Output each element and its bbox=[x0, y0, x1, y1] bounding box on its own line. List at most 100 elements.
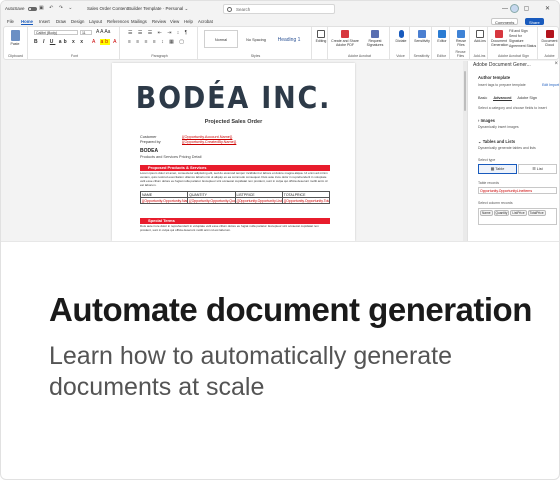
menu-mailings[interactable]: Mailings bbox=[131, 19, 147, 24]
add-ins-button[interactable]: Add-ins bbox=[473, 30, 487, 43]
align-icons[interactable]: ≡ ≡ ≡ ≡ ↕ ▦ ▢ bbox=[128, 39, 186, 45]
share-button[interactable]: Share bbox=[525, 18, 544, 25]
signature-icon bbox=[371, 30, 379, 38]
send-for-signature-button[interactable]: Send for Signature bbox=[509, 34, 537, 44]
column-chip[interactable]: ListPrice bbox=[510, 210, 527, 216]
menu-layout[interactable]: Layout bbox=[89, 19, 102, 24]
magnifier-icon bbox=[317, 30, 325, 38]
document-cloud-label: Document Cloud bbox=[541, 39, 558, 47]
customer-tag: {{Opportunity.Account.Name}} bbox=[182, 135, 233, 139]
menu-file[interactable]: File bbox=[7, 19, 14, 24]
paste-label: Paste bbox=[10, 42, 20, 46]
group-font: Calibri (Body) 11 A A Aa B I U ab x x A … bbox=[30, 27, 120, 59]
type-list-option[interactable]: ☰ List bbox=[518, 164, 557, 174]
style-no-spacing[interactable]: No Spacing bbox=[239, 30, 273, 48]
document-generation-pane: Adobe Document Gener... × Author templat… bbox=[467, 61, 559, 241]
menu-insert[interactable]: Insert bbox=[39, 19, 50, 24]
search-placeholder: Search bbox=[236, 7, 251, 12]
document-title: Sales Order ContentBuilder Template · Pe… bbox=[87, 6, 189, 11]
group-add-ins: Add-ins Add-ins bbox=[472, 27, 488, 59]
quick-access-icons[interactable]: ▣ ↶ ↷ ⌄ bbox=[39, 5, 74, 11]
menu-view[interactable]: View bbox=[170, 19, 179, 24]
menu-acrobat[interactable]: Acrobat bbox=[198, 19, 213, 24]
menu-home[interactable]: Home bbox=[21, 19, 33, 25]
style-normal[interactable]: Normal bbox=[204, 30, 238, 48]
font-grow-icons[interactable]: A A Aa bbox=[96, 29, 110, 35]
shield-icon bbox=[418, 30, 426, 38]
columns-select[interactable]: Name Quantity ListPrice TotalPrice bbox=[478, 208, 557, 225]
menu-design[interactable]: Design bbox=[71, 19, 84, 24]
dictate-label: Dictate bbox=[395, 39, 407, 43]
group-paragraph: ☰ ☰ ☰ ⇤ ⇥ ↕ ¶ ≡ ≡ ≡ ≡ ↕ ▦ ▢ Paragraph bbox=[122, 27, 198, 59]
agreement-status-button[interactable]: Agreement Status bbox=[509, 44, 537, 49]
group-adobe: Document Cloud Adobe bbox=[540, 27, 559, 59]
sensitivity-label: Sensitivity bbox=[414, 39, 430, 43]
column-chip[interactable]: Name bbox=[480, 210, 493, 216]
paste-button[interactable]: Paste bbox=[7, 30, 23, 46]
tables-section[interactable]: ⌄ Tables and Lists bbox=[478, 139, 515, 144]
promo-card[interactable]: AutoSave ▣ ↶ ↷ ⌄ Sales Order ContentBuil… bbox=[0, 0, 560, 480]
list-icons[interactable]: ☰ ☰ ☰ ⇤ ⇥ ↕ ¶ bbox=[128, 30, 189, 36]
sign-actions[interactable]: Fill and Sign Send for Signature Agreeme… bbox=[509, 29, 537, 49]
font-color-icons[interactable]: A ab A bbox=[92, 39, 118, 45]
menu-review[interactable]: Review bbox=[152, 19, 166, 24]
reuse-files-button[interactable]: Reuse Files bbox=[453, 30, 469, 47]
word-screenshot: AutoSave ▣ ↶ ↷ ⌄ Sales Order ContentBuil… bbox=[1, 1, 559, 241]
font-name-select[interactable]: Calibri (Body) bbox=[34, 30, 78, 35]
dictate-button[interactable]: Dictate bbox=[393, 30, 409, 43]
reuse-files-label: Reuse Files bbox=[455, 39, 467, 47]
editing-label: Editing bbox=[315, 39, 327, 43]
column-chip[interactable]: TotalPrice bbox=[527, 210, 546, 216]
group-label-voice: Voice bbox=[396, 54, 405, 58]
autosave-toggle[interactable]: AutoSave bbox=[5, 6, 37, 11]
menu-help[interactable]: Help bbox=[184, 19, 193, 24]
group-sensitivity: Sensitivity Sensitivity bbox=[412, 27, 432, 59]
title-bar: AutoSave ▣ ↶ ↷ ⌄ Sales Order ContentBuil… bbox=[1, 1, 559, 17]
editing-button[interactable]: Editing bbox=[314, 30, 328, 43]
request-signatures-button[interactable]: Request Signatures bbox=[361, 30, 389, 47]
menu-references[interactable]: References bbox=[107, 19, 129, 24]
tab-basic[interactable]: Basic bbox=[478, 96, 487, 100]
scrollbar-thumb[interactable] bbox=[464, 71, 466, 111]
share-label: Share bbox=[529, 20, 540, 25]
request-signatures-label: Request Signatures bbox=[366, 39, 384, 47]
window-controls[interactable]: — ▢ ✕ bbox=[502, 5, 557, 12]
images-subtitle: Dynamically insert images bbox=[478, 125, 519, 129]
font-format-icons[interactable]: B I U ab x x bbox=[34, 39, 85, 45]
menu-bar: File Home Insert Draw Design Layout Refe… bbox=[1, 17, 559, 26]
microphone-icon bbox=[398, 30, 404, 38]
comments-button[interactable]: Comments bbox=[491, 18, 519, 25]
section-terms-text: Duis aute irure dolor in reprehenderit i… bbox=[140, 224, 319, 232]
menu-draw[interactable]: Draw bbox=[56, 19, 66, 24]
type-table-option[interactable]: ▦ Table bbox=[478, 164, 517, 174]
type-table-label: Table bbox=[495, 167, 505, 171]
sensitivity-button[interactable]: Sensitivity bbox=[413, 30, 431, 43]
style-heading-1[interactable]: Heading 1 bbox=[274, 30, 304, 48]
pane-title: Adobe Document Gener... bbox=[473, 62, 531, 68]
edit-import-link[interactable]: Edit Import bbox=[542, 83, 559, 87]
images-section[interactable]: › Images bbox=[478, 118, 495, 123]
table-records-select[interactable]: Opportunity.OpportunityLineItems bbox=[478, 187, 557, 194]
promo-headline: Automate document generation bbox=[49, 291, 532, 328]
group-label-acrobat-sign: Adobe Acrobat Sign bbox=[498, 54, 529, 58]
tab-advanced[interactable]: Advanced bbox=[493, 96, 512, 101]
search-input[interactable]: Search bbox=[223, 4, 335, 14]
images-title: Images bbox=[480, 118, 495, 123]
document-generation-button[interactable]: Document Generation bbox=[491, 30, 508, 47]
table-cell-totalprice: {{Opportunity.Opportunity.TotalPrice}} bbox=[281, 197, 331, 204]
tables-title: Tables and Lists bbox=[482, 139, 516, 144]
font-size-select[interactable]: 11 bbox=[80, 30, 92, 35]
column-chip[interactable]: Quantity bbox=[493, 210, 510, 216]
document-cloud-button[interactable]: Document Cloud bbox=[541, 30, 558, 47]
ribbon: Paste Clipboard Calibri (Body) 11 A A Aa… bbox=[3, 26, 559, 60]
group-label-adobe: Adobe bbox=[544, 54, 555, 58]
document-title-heading: Projected Sales Order bbox=[204, 119, 263, 125]
tab-adobe-sign[interactable]: Adobe Sign bbox=[517, 96, 537, 100]
create-share-pdf-button[interactable]: Create and Share Adobe PDF bbox=[331, 30, 359, 47]
close-icon[interactable]: × bbox=[554, 61, 558, 67]
editor-button[interactable]: Editor bbox=[435, 30, 449, 43]
pane-tabs: Basic Advanced Adobe Sign bbox=[478, 96, 542, 101]
products-table: NAME QUANTITY LISTPRICE TOTALPRICE {{Opp… bbox=[139, 191, 331, 204]
document-page[interactable]: BODÉA INC. Projected Sales Order Custome… bbox=[112, 63, 355, 241]
pane-heading: Author template bbox=[478, 75, 511, 80]
